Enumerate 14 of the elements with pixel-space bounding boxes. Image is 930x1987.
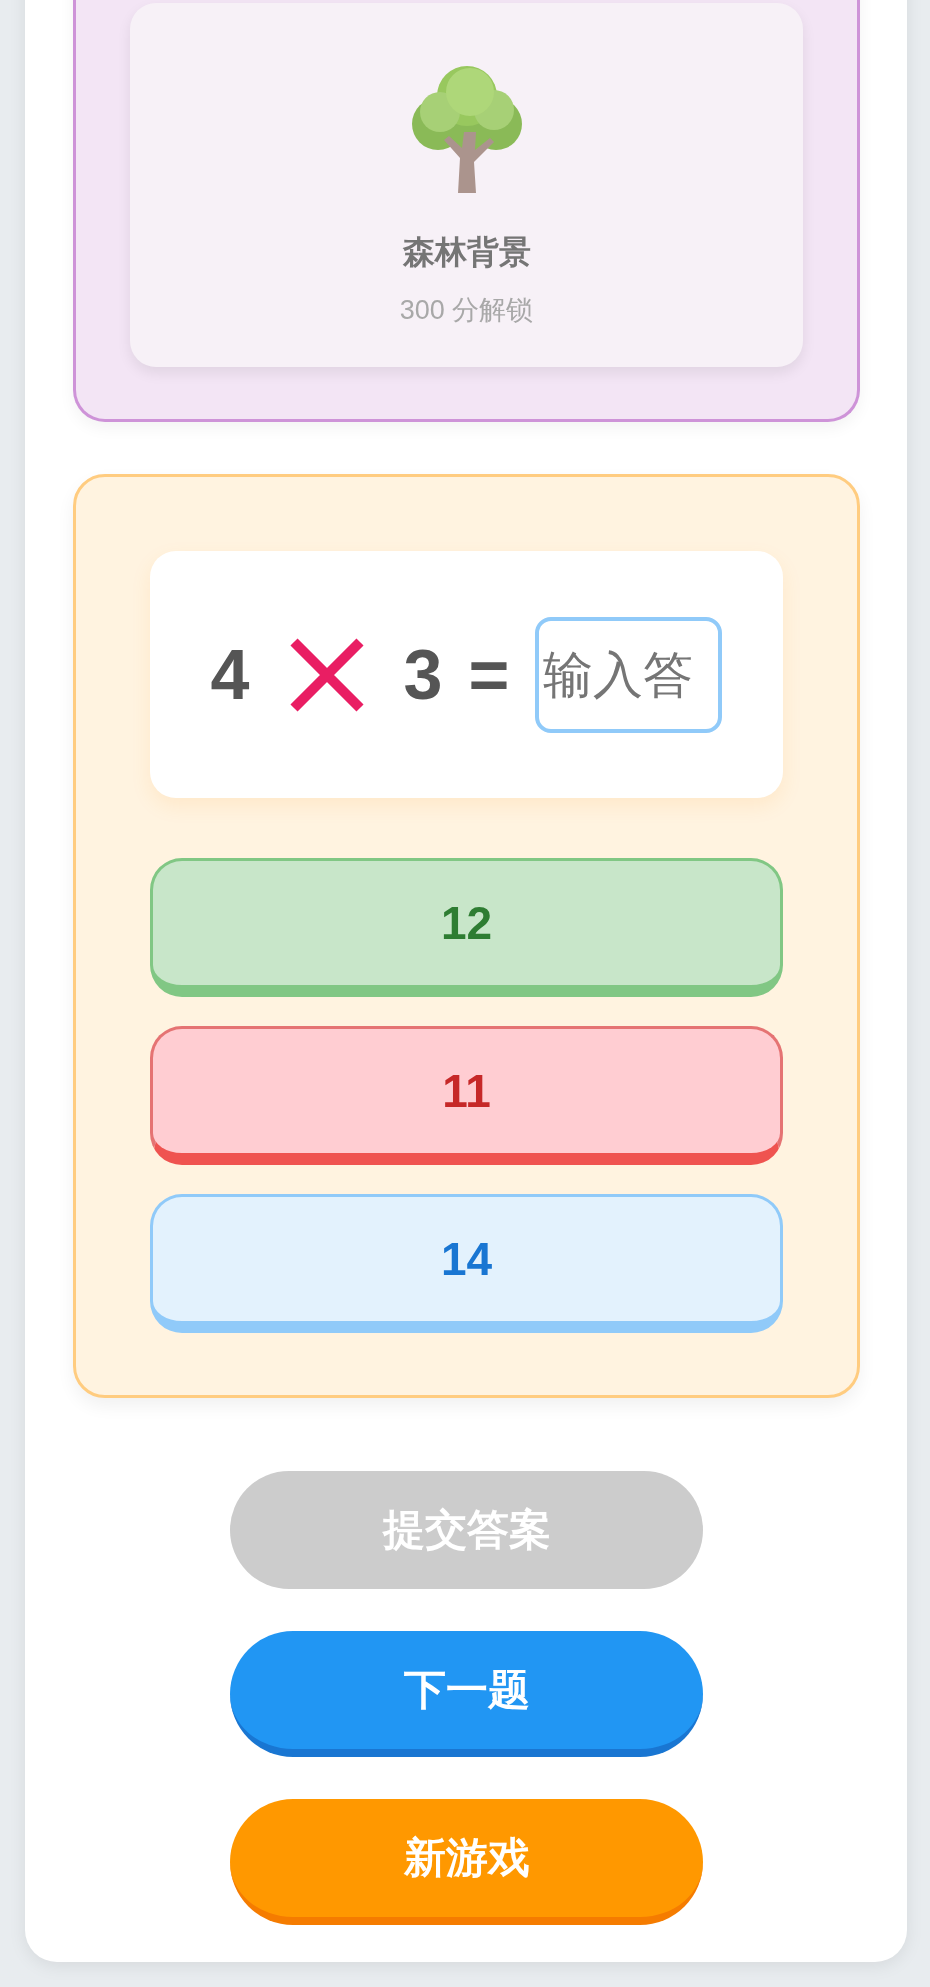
reward-card[interactable]: 森林背景 300 分解锁 [130, 3, 803, 367]
answer-field[interactable]: 输入答 [535, 616, 723, 733]
new-game-button[interactable]: 新游戏 [230, 1799, 703, 1925]
reward-title: 森林背景 [402, 233, 531, 272]
equals-sign: = [468, 634, 510, 715]
answer-option[interactable]: 12 [150, 858, 783, 997]
cross-icon [289, 637, 364, 712]
answer-option[interactable]: 14 [150, 1194, 783, 1333]
operand: 4 [210, 634, 250, 715]
answer-option[interactable]: 11 [150, 1026, 783, 1165]
next-button[interactable]: 下一题 [230, 1631, 703, 1757]
operand: 3 [403, 634, 443, 715]
unlock-cost: 300 分解锁 [399, 294, 534, 327]
tree-icon [409, 66, 524, 193]
